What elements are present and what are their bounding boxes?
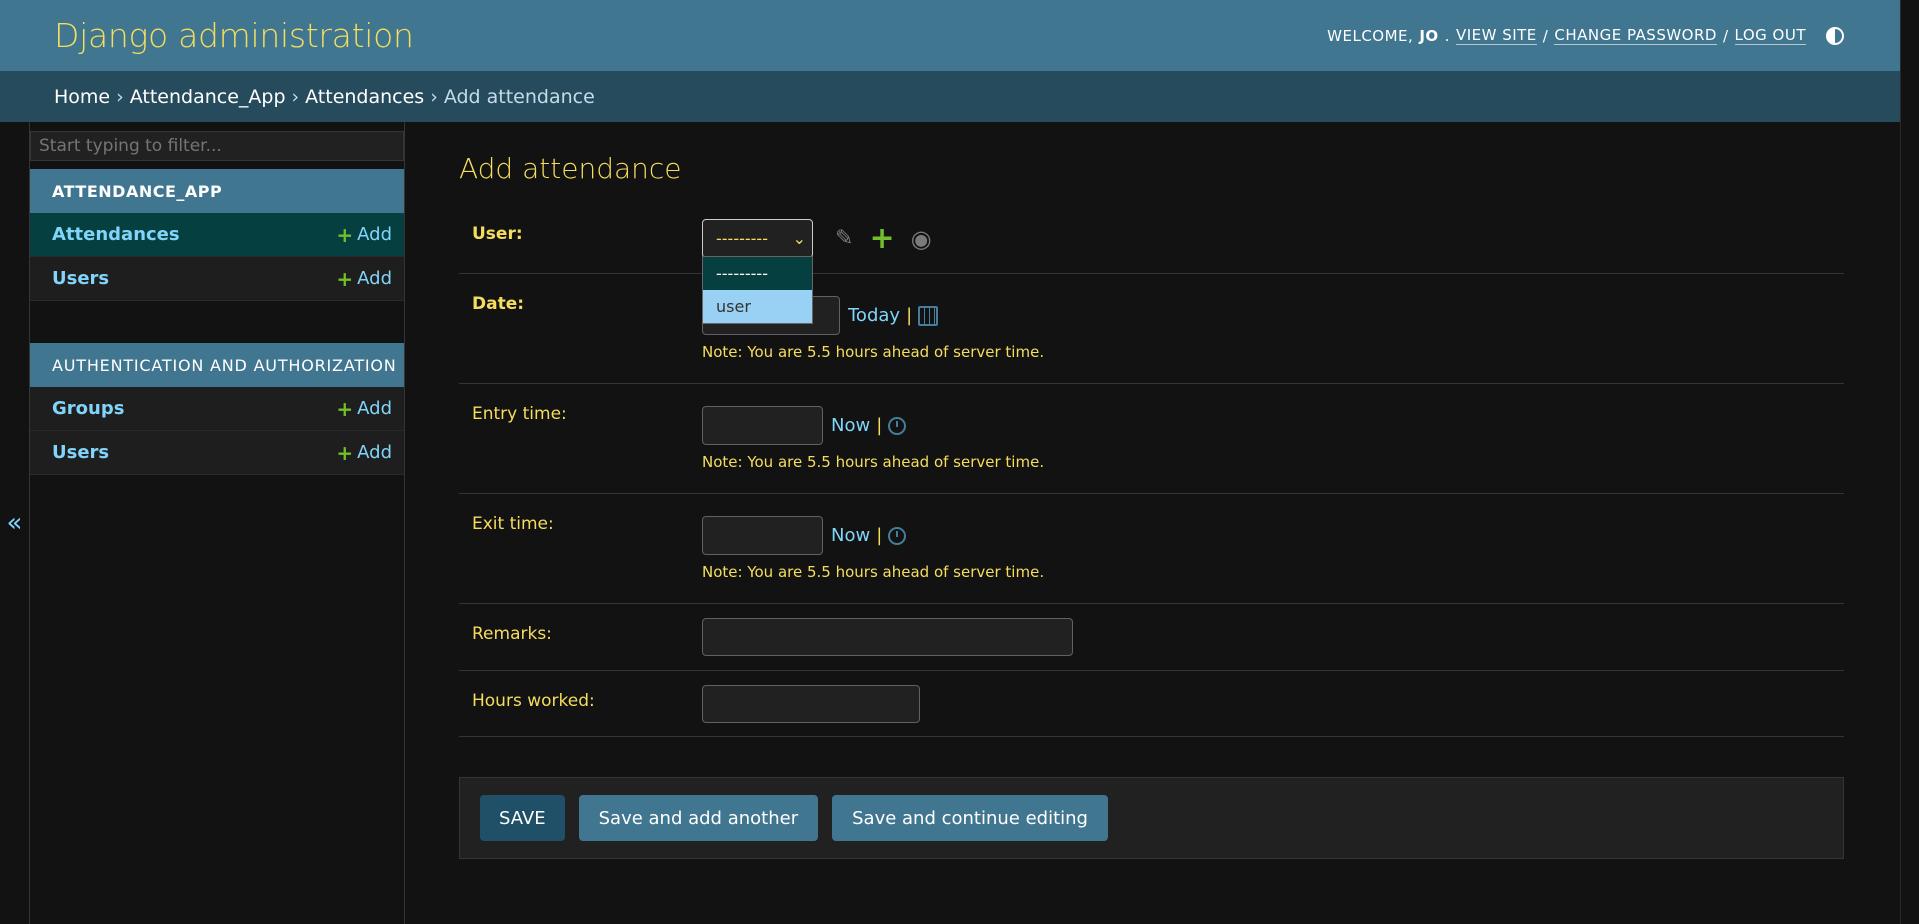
breadcrumb-current: Add attendance	[443, 85, 595, 108]
sidebar-item-groups: Groups + Add	[30, 387, 404, 431]
site-branding[interactable]: Django administration	[54, 16, 414, 55]
entry-time-field: Now | Note: You are 5.5 hours ahead of s…	[702, 394, 1044, 483]
exit-time-label: Exit time:	[472, 514, 554, 534]
clock-icon[interactable]	[888, 416, 907, 435]
nav-sidebar: ATTENDANCE_APP Attendances +Add Users +A…	[30, 122, 405, 924]
timezone-help: Note: You are 5.5 hours ahead of server …	[702, 343, 1045, 361]
add-label: Add	[357, 224, 392, 245]
related-widget-links: ✎ + ◉	[835, 223, 932, 254]
user-select-value: ---------	[716, 229, 768, 248]
plus-icon: +	[336, 396, 354, 421]
add-related-icon[interactable]: +	[869, 223, 894, 254]
timezone-help: Note: You are 5.5 hours ahead of server …	[702, 563, 1045, 581]
exit-time-field: Now | Note: You are 5.5 hours ahead of s…	[702, 504, 1044, 593]
breadcrumb-app[interactable]: Attendance_App	[130, 86, 286, 108]
plus-icon: +	[336, 222, 354, 247]
log-out-link[interactable]: LOG OUT	[1734, 26, 1806, 45]
plus-icon: +	[336, 266, 354, 291]
form-row-entry-time: Entry time: Now | Note: You are 5.5 hour…	[459, 384, 1844, 494]
user-dropdown-list: --------- user	[702, 256, 813, 324]
remarks-input[interactable]	[702, 618, 1073, 656]
hours-worked-label: Hours worked:	[472, 691, 595, 711]
form-row-user: User: --------- ⌄ ✎ + ◉ --------- user	[459, 209, 1844, 324]
plus-icon: +	[336, 440, 354, 465]
add-user-link[interactable]: + Add	[336, 268, 392, 289]
username: JO	[1419, 26, 1439, 45]
header: Django administration WELCOME, JO. VIEW …	[0, 0, 1900, 71]
breadcrumb: Home › Attendance_App › Attendances › Ad…	[0, 71, 1900, 122]
clock-icon[interactable]	[888, 526, 907, 545]
view-site-link[interactable]: VIEW SITE	[1455, 26, 1537, 45]
toggle-sidebar-button[interactable]: «	[0, 122, 30, 924]
module-caption[interactable]: AUTHENTICATION AND AUTHORIZATION	[30, 343, 404, 387]
main-content: Add attendance User: --------- ⌄ ✎ + ◉ -…	[459, 122, 1844, 859]
separator: /	[1722, 26, 1729, 45]
page-title: Add attendance	[459, 152, 682, 185]
entry-time-input[interactable]	[702, 406, 823, 445]
separator: |	[876, 525, 883, 546]
form-row-remarks: Remarks:	[459, 604, 1844, 671]
chevron-down-icon: ⌄	[792, 229, 806, 248]
save-button[interactable]: SAVE	[480, 795, 565, 841]
pencil-icon[interactable]: ✎	[835, 226, 853, 251]
breadcrumb-model[interactable]: Attendances	[305, 86, 424, 108]
today-link[interactable]: Today	[848, 305, 900, 326]
date-label: Date:	[472, 294, 525, 314]
add-auth-user-link[interactable]: + Add	[336, 442, 392, 463]
sidebar-item-attendances: Attendances + Add	[30, 213, 404, 257]
form-row-exit-time: Exit time: Now | Note: You are 5.5 hours…	[459, 494, 1844, 604]
scrollbar[interactable]	[1900, 0, 1919, 924]
exit-time-input[interactable]	[702, 516, 823, 555]
form-row-hours-worked: Hours worked:	[459, 671, 1844, 737]
user-select[interactable]: --------- ⌄	[702, 219, 813, 258]
welcome-text: WELCOME,	[1327, 26, 1414, 45]
dropdown-option[interactable]: ---------	[703, 257, 812, 290]
sidebar-item-label[interactable]: Users	[52, 268, 109, 289]
add-label: Add	[357, 398, 392, 419]
calendar-icon[interactable]	[918, 305, 939, 326]
entry-time-label: Entry time:	[472, 404, 567, 424]
entry-now-link[interactable]: Now	[831, 415, 870, 436]
module-auth: AUTHENTICATION AND AUTHORIZATION Groups …	[30, 343, 404, 475]
save-and-add-another-button[interactable]: Save and add another	[578, 795, 819, 841]
add-label: Add	[357, 442, 392, 463]
sidebar-item-label[interactable]: Attendances	[52, 224, 180, 245]
sidebar-item-users: Users + Add	[30, 257, 404, 301]
breadcrumb-home[interactable]: Home	[54, 86, 110, 108]
add-group-link[interactable]: + Add	[336, 398, 392, 419]
change-password-link[interactable]: CHANGE PASSWORD	[1554, 26, 1717, 45]
user-tools: WELCOME, JO. VIEW SITE / CHANGE PASSWORD…	[1327, 26, 1844, 45]
add-attendance-link[interactable]: + Add	[336, 224, 392, 245]
exit-now-link[interactable]: Now	[831, 525, 870, 546]
add-label: Add	[357, 268, 392, 289]
sidebar-item-auth-users: Users + Add	[30, 431, 404, 475]
module-caption[interactable]: ATTENDANCE_APP	[30, 169, 404, 213]
sidebar-item-label[interactable]: Users	[52, 442, 109, 463]
eye-icon[interactable]: ◉	[911, 225, 932, 253]
save-and-continue-button[interactable]: Save and continue editing	[832, 795, 1108, 841]
dropdown-option[interactable]: user	[703, 290, 812, 323]
nav-filter-input[interactable]	[30, 131, 404, 161]
module-attendance-app: ATTENDANCE_APP Attendances + Add Users + A…	[30, 169, 404, 301]
form-row-date: Date: 2024-11-12 Today | Note: You are 5…	[459, 274, 1844, 384]
sidebar-item-label[interactable]: Groups	[52, 398, 124, 419]
timezone-help: Note: You are 5.5 hours ahead of server …	[702, 453, 1045, 471]
breadcrumb-separator: ›	[291, 85, 300, 108]
hours-worked-input[interactable]	[702, 685, 920, 723]
breadcrumb-separator: ›	[430, 85, 438, 108]
separator: /	[1542, 26, 1549, 45]
user-label: User:	[472, 224, 523, 244]
theme-toggle-icon[interactable]	[1826, 26, 1844, 45]
separator: |	[876, 415, 883, 436]
remarks-label: Remarks:	[472, 624, 552, 644]
submit-row: SAVE Save and add another Save and conti…	[459, 777, 1844, 859]
separator: |	[906, 305, 913, 326]
breadcrumb-separator: ›	[116, 85, 124, 108]
